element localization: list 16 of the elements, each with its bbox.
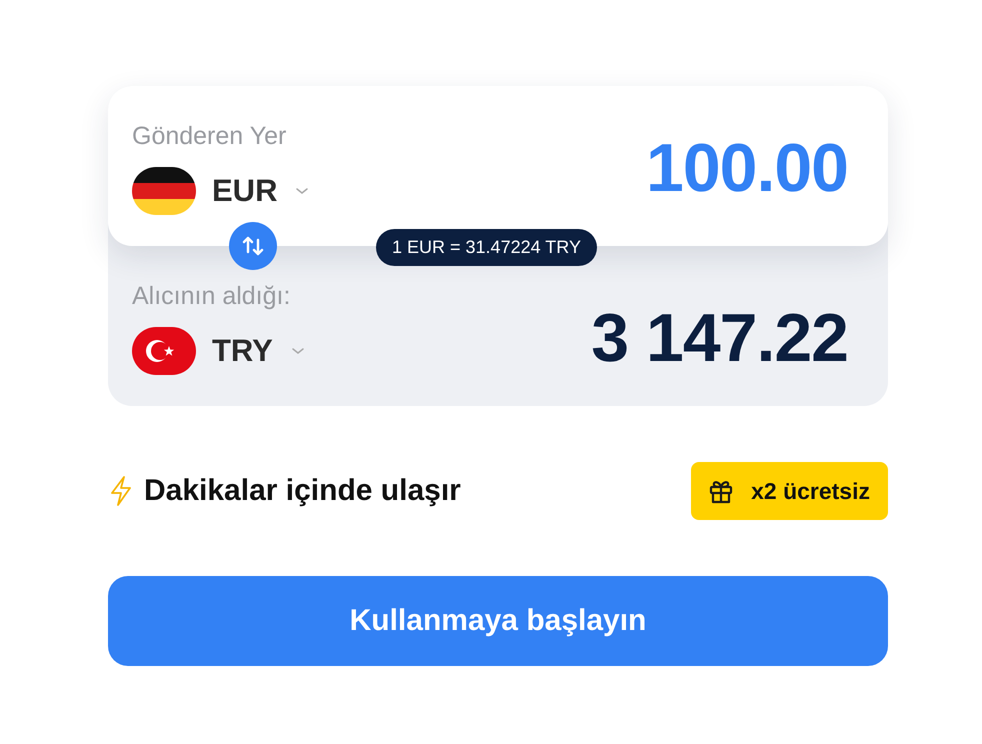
start-button[interactable]: Kullanmaya başlayın — [108, 576, 888, 666]
swap-button[interactable] — [229, 222, 277, 270]
field-label: Alıcının aldığı: — [132, 282, 292, 310]
chevron-icon — [295, 186, 310, 196]
amount-value: 3 147.22 — [591, 299, 848, 377]
lightning-icon — [108, 475, 134, 507]
exchange-rate: 1 EUR = 31.47224 TRY — [376, 229, 597, 266]
currency-selector[interactable]: TRY — [132, 326, 305, 374]
amount-value[interactable]: 100.00 — [646, 129, 848, 207]
flag-icon — [132, 166, 196, 214]
currency-selector[interactable]: EUR — [132, 166, 310, 214]
flag-icon — [132, 326, 196, 374]
field-label: Gönderen Yer — [132, 122, 288, 150]
promo-text: x2 ücretsiz — [751, 478, 870, 504]
delivery-text: Dakikalar içinde ulaşır — [144, 474, 462, 508]
chevron-icon — [290, 346, 305, 356]
